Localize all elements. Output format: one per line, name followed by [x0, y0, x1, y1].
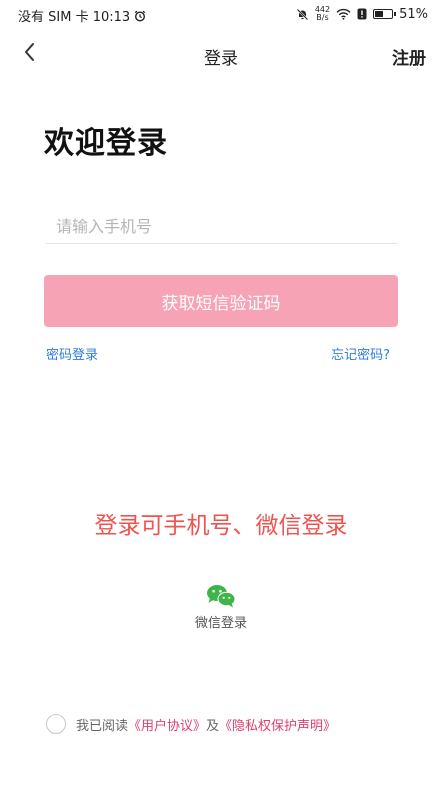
wechat-login-label[interactable]: 微信登录 — [0, 612, 442, 631]
alert-icon — [357, 8, 367, 20]
battery-icon — [373, 9, 397, 19]
bell-mute-icon — [296, 8, 309, 20]
battery-text: 51% — [399, 6, 428, 22]
status-bar-left: 没有 SIM 卡 10:13 — [18, 6, 146, 25]
status-bar-right: 442 B/s 51% — [296, 6, 428, 22]
phone-number-input[interactable] — [46, 210, 398, 244]
agreement-row: 我已阅读 《用户协议》 及 《隐私权保护声明》 — [46, 714, 336, 734]
agreement-radio[interactable] — [46, 714, 66, 734]
wechat-icon[interactable] — [205, 584, 237, 608]
welcome-heading: 欢迎登录 — [44, 126, 168, 161]
agreement-prefix: 我已阅读 — [76, 718, 129, 734]
register-button[interactable]: 注册 — [392, 44, 426, 69]
net-speed: 442 B/s — [315, 6, 330, 22]
carrier-time-text: 没有 SIM 卡 10:13 — [18, 10, 131, 25]
get-sms-code-label: 获取短信验证码 — [161, 293, 281, 314]
wifi-icon — [336, 8, 351, 20]
page-title: 登录 — [204, 49, 238, 69]
forgot-password-link[interactable]: 忘记密码? — [331, 344, 390, 363]
user-agreement-link[interactable]: 《用户协议》 — [128, 715, 206, 734]
login-methods-text: 登录可手机号、微信登录 — [94, 513, 348, 539]
get-sms-code-button[interactable]: 获取短信验证码 — [44, 275, 398, 327]
battery-level-fill — [375, 11, 384, 17]
privacy-policy-link[interactable]: 《隐私权保护声明》 — [219, 715, 336, 734]
alarm-icon — [134, 10, 146, 22]
agreement-conjunction: 及 — [206, 718, 220, 734]
net-speed-unit: B/s — [316, 13, 329, 22]
password-login-link[interactable]: 密码登录 — [46, 344, 98, 363]
